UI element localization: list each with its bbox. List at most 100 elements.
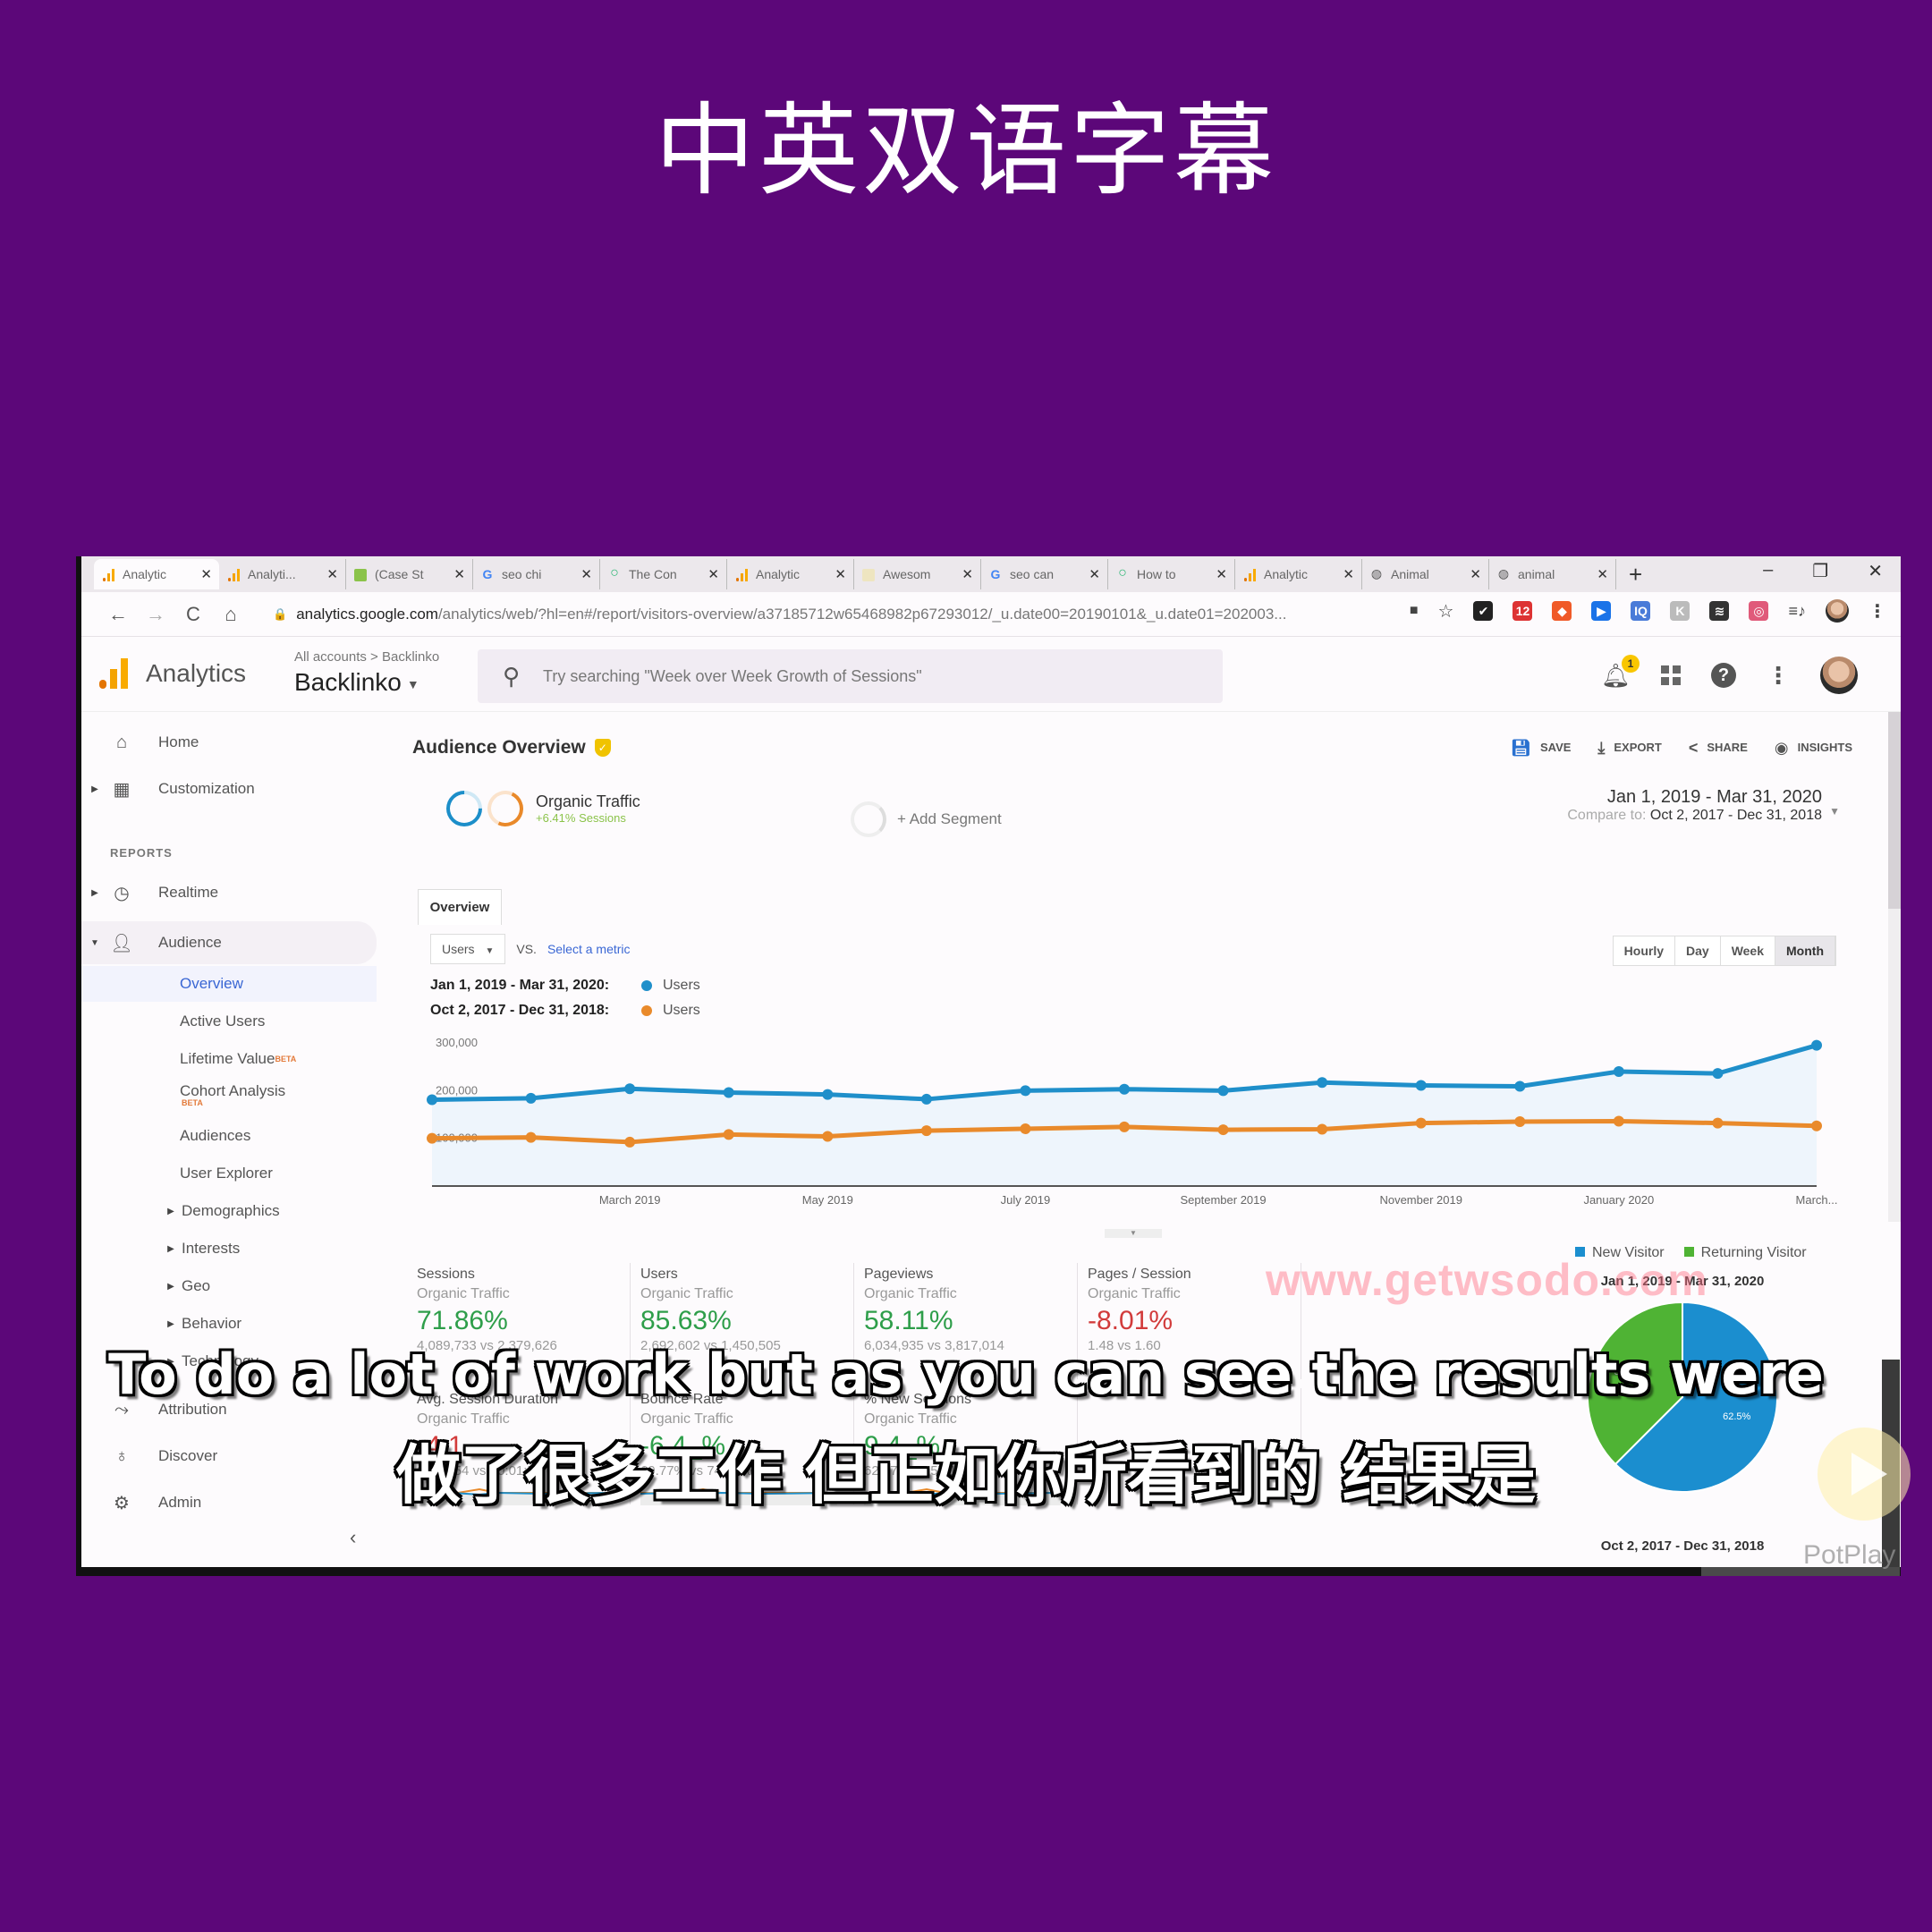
- more-options-icon[interactable]: ⋮: [1767, 662, 1790, 690]
- minimize-button[interactable]: –: [1763, 560, 1773, 582]
- media-control-icon[interactable]: ≡♪: [1788, 602, 1806, 621]
- date-caret-icon[interactable]: ▼: [1829, 805, 1840, 818]
- browser-tab[interactable]: Analytic ✕: [1235, 559, 1362, 589]
- sidebar-item-lifetime-value[interactable]: Lifetime Value BETA: [81, 1041, 377, 1077]
- restore-button[interactable]: ❐: [1812, 560, 1828, 582]
- export-button[interactable]: ⤓ EXPORT: [1597, 739, 1661, 758]
- account-selector[interactable]: All accounts > Backlinko Backlinko ▼: [294, 649, 439, 697]
- sidebar-item-user-explorer[interactable]: User Explorer: [81, 1156, 377, 1191]
- browser-tab[interactable]: ○ The Con ✕: [600, 559, 727, 589]
- extension-icon[interactable]: ≋: [1709, 601, 1730, 621]
- close-window-button[interactable]: ✕: [1868, 560, 1883, 582]
- pie-slice-label: 62.5%: [1723, 1411, 1750, 1422]
- analytics-icon: [101, 567, 115, 581]
- extension-icon[interactable]: ▶: [1591, 601, 1612, 621]
- new-tab-button[interactable]: +: [1629, 561, 1642, 589]
- sidebar-item-behavior[interactable]: ▶ Behavior: [81, 1306, 377, 1342]
- sidebar-item-overview[interactable]: Overview: [81, 966, 377, 1002]
- close-tab-icon[interactable]: ✕: [453, 566, 465, 582]
- sidebar-item-interests[interactable]: ▶ Interests: [81, 1231, 377, 1267]
- insights-button[interactable]: ◉ INSIGHTS: [1775, 739, 1852, 758]
- browser-tab[interactable]: Awesom ✕: [854, 559, 981, 589]
- close-tab-icon[interactable]: ✕: [708, 566, 719, 582]
- add-segment-button[interactable]: + Add Segment: [851, 801, 1002, 837]
- collapse-sidebar-button[interactable]: ‹: [350, 1526, 356, 1549]
- granularity-hourly-button[interactable]: Hourly: [1613, 936, 1675, 965]
- sidebar-item-audiences[interactable]: Audiences: [81, 1118, 377, 1154]
- close-tab-icon[interactable]: ✕: [1597, 566, 1608, 582]
- reload-button[interactable]: C: [174, 603, 212, 626]
- granularity-day-button[interactable]: Day: [1675, 936, 1721, 965]
- back-button[interactable]: ←: [99, 603, 137, 626]
- sidebar-item-demographics[interactable]: ▶ Demographics: [81, 1193, 377, 1229]
- url-field[interactable]: 🔒 analytics.google.com /analytics/web/?h…: [273, 606, 1286, 623]
- sidebar-item-audience[interactable]: ▼ 👤︎ Audience: [81, 921, 377, 964]
- sidebar-item-home[interactable]: ⌂ Home: [81, 724, 377, 760]
- granularity-week-button[interactable]: Week: [1720, 936, 1776, 965]
- sidebar-item-realtime[interactable]: ▶ ◷ Realtime: [81, 875, 377, 911]
- tab-overview[interactable]: Overview: [418, 889, 502, 925]
- report-actions: 💾︎ SAVE ⤓ EXPORT < SHARE ◉ INSIGHTS: [1511, 739, 1852, 758]
- extension-icon[interactable]: K: [1670, 601, 1690, 621]
- browser-menu-icon[interactable]: ⋮: [1868, 600, 1886, 623]
- extension-icon[interactable]: ◆: [1552, 601, 1572, 621]
- scrollbar-thumb[interactable]: [1888, 712, 1901, 909]
- close-tab-icon[interactable]: ✕: [580, 566, 592, 582]
- help-icon[interactable]: ?: [1711, 663, 1736, 688]
- extension-icon[interactable]: ✔: [1473, 601, 1494, 621]
- close-tab-icon[interactable]: ✕: [200, 566, 212, 582]
- play-button[interactable]: [1818, 1428, 1911, 1521]
- share-button[interactable]: < SHARE: [1689, 739, 1748, 758]
- extension-icon[interactable]: IQ: [1631, 601, 1651, 621]
- browser-tab[interactable]: ◍ animal ✕: [1489, 559, 1616, 589]
- browser-tab[interactable]: Analyti... ✕: [219, 559, 346, 589]
- segment-ring-orange-icon: [482, 785, 529, 832]
- scorecard[interactable]: Pageviews Organic Traffic 58.11% 6,034,935 …: [864, 1267, 1088, 1353]
- extension-icon[interactable]: 12: [1513, 601, 1533, 621]
- data-point-series1: [1514, 1116, 1526, 1127]
- close-tab-icon[interactable]: ✕: [1089, 566, 1100, 582]
- browser-tab[interactable]: ○ How to ✕: [1108, 559, 1235, 589]
- home-button[interactable]: ⌂: [212, 603, 250, 626]
- data-point-series1: [1317, 1123, 1328, 1135]
- metric-dropdown[interactable]: Users ▼: [430, 934, 506, 964]
- ga-logo[interactable]: Analytics: [99, 658, 246, 689]
- apps-grid-icon[interactable]: [1661, 665, 1681, 685]
- sidebar-item-active-users[interactable]: Active Users: [81, 1004, 377, 1039]
- date-range-picker[interactable]: Jan 1, 2019 - Mar 31, 2020 Compare to: O…: [1567, 787, 1822, 824]
- close-tab-icon[interactable]: ✕: [1470, 566, 1481, 582]
- select-metric-link[interactable]: Select a metric: [547, 942, 631, 956]
- close-tab-icon[interactable]: ✕: [835, 566, 846, 582]
- expand-arrow-icon: ▶: [167, 1281, 174, 1292]
- bookmark-star-icon[interactable]: ☆: [1438, 600, 1454, 623]
- browser-tab[interactable]: Analytic ✕: [94, 559, 219, 589]
- beta-badge: BETA: [182, 1098, 203, 1107]
- close-tab-icon[interactable]: ✕: [962, 566, 973, 582]
- browser-tab[interactable]: ◍ Animal ✕: [1362, 559, 1489, 589]
- browser-tab[interactable]: Gseo chi ✕: [473, 559, 600, 589]
- browser-tab[interactable]: Analytic ✕: [727, 559, 854, 589]
- extension-icon[interactable]: ◎: [1749, 601, 1769, 621]
- notifications-button[interactable]: 🔔︎ 1: [1601, 654, 1640, 690]
- chart-resize-handle[interactable]: ▼: [1105, 1229, 1162, 1238]
- forward-button[interactable]: →: [137, 603, 174, 626]
- granularity-month-button[interactable]: Month: [1775, 936, 1835, 965]
- account-avatar[interactable]: [1820, 657, 1858, 694]
- camera-icon[interactable]: ■: [1410, 603, 1419, 619]
- scrollbar-track[interactable]: [1888, 909, 1901, 1222]
- sidebar-item-customization[interactable]: ▶ ▦ Customization: [81, 771, 377, 807]
- close-tab-icon[interactable]: ✕: [326, 566, 338, 582]
- data-point-series0: [1217, 1085, 1229, 1097]
- save-button[interactable]: 💾︎ SAVE: [1511, 739, 1571, 758]
- close-tab-icon[interactable]: ✕: [1343, 566, 1354, 582]
- sidebar-item-geo[interactable]: ▶ Geo: [81, 1268, 377, 1304]
- segment-organic-traffic[interactable]: Organic Traffic +6.41% Sessions: [536, 792, 640, 825]
- scorecard[interactable]: Users Organic Traffic 85.63% 2,692,602 vs 1…: [640, 1267, 864, 1353]
- close-tab-icon[interactable]: ✕: [1216, 566, 1227, 582]
- browser-tab[interactable]: Gseo can ✕: [981, 559, 1108, 589]
- sidebar-item-cohort-analysis[interactable]: Cohort Analysis BETA: [81, 1073, 377, 1109]
- browser-tab[interactable]: (Case St ✕: [346, 559, 473, 589]
- scorecard[interactable]: Sessions Organic Traffic 71.86% 4,089,733 v…: [417, 1267, 640, 1353]
- profile-avatar[interactable]: [1826, 599, 1849, 623]
- search-input[interactable]: ⚲ Try searching "Week over Week Growth o…: [478, 649, 1223, 703]
